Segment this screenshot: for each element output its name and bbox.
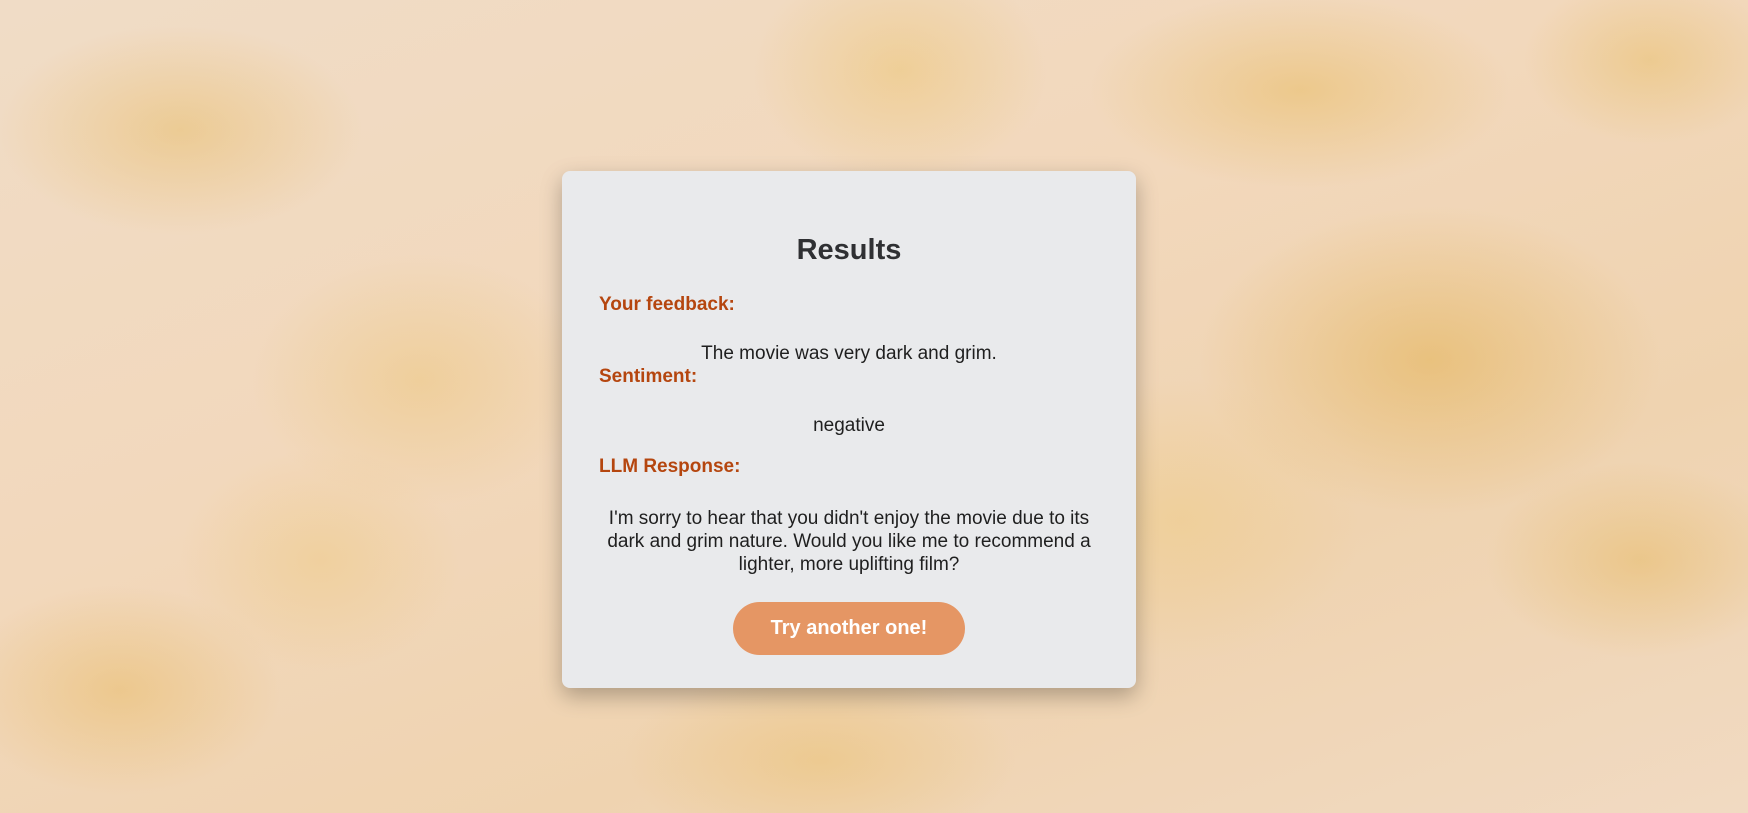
sentiment-label: Sentiment:: [599, 366, 698, 387]
try-another-button[interactable]: Try another one!: [733, 602, 965, 655]
feedback-label: Your feedback:: [599, 294, 735, 315]
results-card: Results Your feedback: The movie was ver…: [562, 171, 1136, 688]
results-title: Results: [796, 234, 902, 266]
button-row: Try another one!: [599, 602, 1099, 655]
page-background: { "results": { "title": "Results", "feed…: [0, 0, 1748, 813]
sentiment-value: negative: [813, 415, 885, 436]
llm-response-text: I'm sorry to hear that you didn't enjoy …: [607, 508, 1091, 575]
feedback-text: The movie was very dark and grim.: [701, 343, 997, 364]
llm-response-label: LLM Response:: [599, 456, 741, 477]
